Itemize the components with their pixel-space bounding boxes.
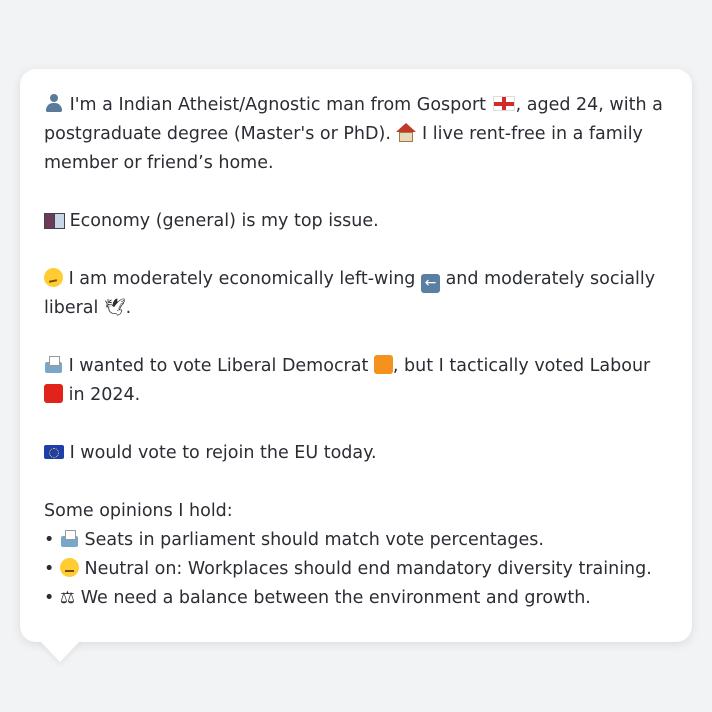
ideology-text-3: . [125, 298, 132, 318]
vote-paragraph: I wanted to vote Liberal Democrat , but … [44, 352, 668, 410]
eu-text: I would vote to rejoin the EU today. [69, 443, 377, 463]
england-flag-icon [492, 96, 515, 111]
opinion-text: We need a balance between the environmen… [80, 588, 591, 608]
neutral-face-icon [59, 558, 79, 577]
vote-text-2: , but I tactically voted Labour [392, 356, 651, 376]
message-bubble: I'm a Indian Atheist/Agnostic man from G… [20, 69, 692, 642]
ideology-text-1: I am moderately economically left-wing [68, 269, 416, 289]
book-icon [44, 213, 65, 229]
opinion-item: • Neutral on: Workplaces should end mand… [44, 555, 668, 584]
lib-dem-color-square [373, 355, 393, 374]
top-issue-paragraph: Economy (general) is my top issue. [44, 207, 668, 236]
opinion-item: • ⚖ We need a balance between the enviro… [44, 584, 668, 613]
labour-color-square [44, 384, 63, 403]
house-icon [396, 123, 417, 142]
intro-text-1: I'm a Indian Atheist/Agnostic man from G… [69, 95, 487, 115]
bullet: • [44, 588, 55, 608]
eu-flag-icon [44, 445, 64, 459]
opinions-heading: Some opinions I hold: [44, 501, 233, 521]
intro-paragraph: I'm a Indian Atheist/Agnostic man from G… [44, 91, 668, 178]
balance-scale-icon: ⚖ [59, 588, 76, 608]
ideology-paragraph: I am moderately economically left-wing ←… [44, 265, 668, 323]
bubble-tail [40, 641, 80, 662]
opinion-text: Neutral on: Workplaces should end mandat… [84, 559, 652, 579]
chat-stage: I'm a Indian Atheist/Agnostic man from G… [0, 0, 712, 712]
eu-paragraph: I would vote to rejoin the EU today. [44, 439, 668, 468]
left-arrow-icon: ← [421, 274, 440, 293]
ballot-box-icon [44, 355, 63, 374]
bullet: • [44, 530, 55, 550]
person-icon [44, 93, 64, 113]
bullet: • [44, 559, 55, 579]
dove-icon: 🕊 [103, 298, 126, 318]
opinion-text: Seats in parliament should match vote pe… [84, 530, 544, 550]
opinion-item: • Seats in parliament should match vote … [44, 526, 668, 555]
vote-text-3: in 2024. [68, 385, 141, 405]
thinking-face-icon [44, 268, 63, 287]
top-issue-text: Economy (general) is my top issue. [69, 211, 379, 231]
vote-text-1: I wanted to vote Liberal Democrat [68, 356, 369, 376]
ballot-box-icon [60, 529, 79, 548]
